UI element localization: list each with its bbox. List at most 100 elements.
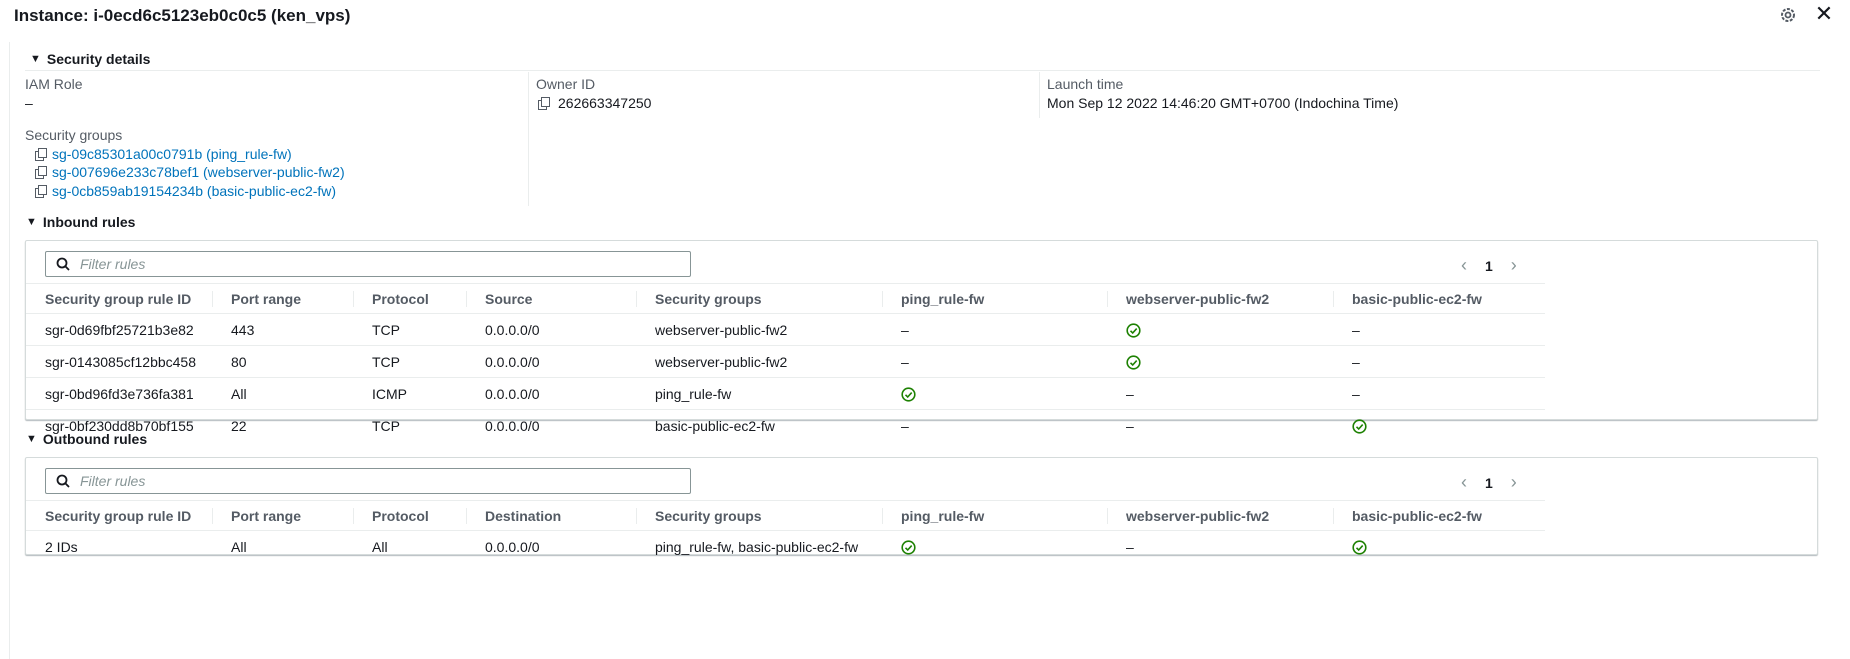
copy-icon[interactable]	[538, 96, 551, 110]
inbound-filter[interactable]	[45, 251, 691, 277]
column-header[interactable]: Security groups	[636, 283, 882, 314]
copy-icon[interactable]	[35, 147, 48, 161]
divider	[25, 70, 1820, 71]
panel-header: Instance: i-0ecd6c5123eb0c0c5 (ken_vps) …	[0, 0, 1850, 30]
chevron-right-icon[interactable]: ›	[1511, 255, 1517, 276]
inbound-filter-input[interactable]	[78, 255, 682, 273]
column-header[interactable]: webserver-public-fw2	[1107, 500, 1333, 531]
protocol: TCP	[353, 313, 466, 346]
column-header[interactable]: Protocol	[353, 500, 466, 531]
column-header[interactable]: ping_rule-fw	[882, 283, 1107, 314]
table-row[interactable]: sgr-0d69fbf25721b3e82 443 TCP 0.0.0.0/0 …	[26, 313, 1545, 346]
table-row[interactable]: sgr-0bf230dd8b70bf155 22 TCP 0.0.0.0/0 b…	[26, 409, 1545, 441]
source: 0.0.0.0/0	[466, 313, 636, 346]
success-check-icon	[1126, 322, 1141, 338]
outbound-rules-toggle[interactable]: ▼ Outbound rules	[26, 431, 147, 447]
webserver-cell: –	[1107, 409, 1333, 441]
inbound-rules-table: Security group rule ID Port range Protoc…	[26, 283, 1545, 441]
security-group-link[interactable]: sg-007696e233c78bef1 (webserver-public-f…	[35, 164, 345, 180]
protocol: TCP	[353, 409, 466, 441]
column-header[interactable]: Protocol	[353, 283, 466, 314]
column-header[interactable]: Security groups	[636, 500, 882, 531]
column-header[interactable]: webserver-public-fw2	[1107, 283, 1333, 314]
column-header[interactable]: basic-public-ec2-fw	[1333, 500, 1545, 531]
security-group-link-text[interactable]: sg-007696e233c78bef1 (webserver-public-f…	[52, 164, 345, 180]
gear-icon[interactable]	[1778, 5, 1798, 25]
panel-title: Instance: i-0ecd6c5123eb0c0c5 (ken_vps)	[14, 6, 351, 25]
ping-rule-cell: –	[882, 313, 1107, 346]
basic-cell: –	[1333, 313, 1545, 346]
copy-icon[interactable]	[35, 165, 48, 179]
security-group-link[interactable]: sg-09c85301a00c0791b (ping_rule-fw)	[35, 146, 292, 162]
security-details-heading: Security details	[46, 51, 151, 67]
column-header[interactable]: Port range	[212, 283, 353, 314]
caret-down-icon: ▼	[26, 216, 37, 228]
page-number[interactable]: 1	[1485, 475, 1493, 491]
caret-down-icon: ▼	[26, 433, 37, 445]
success-check-icon	[1352, 539, 1367, 555]
column-header[interactable]: ping_rule-fw	[882, 500, 1107, 531]
column-header[interactable]: Security group rule ID	[26, 500, 212, 531]
webserver-cell	[1107, 313, 1333, 346]
success-check-icon	[1352, 418, 1367, 434]
caret-down-icon: ▼	[30, 53, 41, 65]
iam-role-value: –	[25, 95, 33, 111]
webserver-cell	[1107, 345, 1333, 378]
chevron-left-icon[interactable]: ‹	[1461, 472, 1467, 493]
outbound-filter-input[interactable]	[78, 472, 682, 490]
webserver-cell: –	[1107, 530, 1333, 562]
outbound-rules-heading: Outbound rules	[42, 431, 148, 447]
webserver-cell: –	[1107, 377, 1333, 410]
basic-cell	[1333, 409, 1545, 441]
column-header[interactable]: Port range	[212, 500, 353, 531]
security-groups: webserver-public-fw2	[636, 345, 882, 378]
protocol: TCP	[353, 345, 466, 378]
outbound-rules-table: Security group rule ID Port range Protoc…	[26, 500, 1545, 562]
security-groups-label: Security groups	[25, 127, 123, 143]
column-header[interactable]: Source	[466, 283, 636, 314]
rule-id: sgr-0143085cf12bbc458	[26, 345, 212, 378]
security-groups: webserver-public-fw2	[636, 313, 882, 346]
security-groups: ping_rule-fw, basic-public-ec2-fw	[636, 530, 882, 562]
table-row[interactable]: sgr-0bd96fd3e736fa381 All ICMP 0.0.0.0/0…	[26, 377, 1545, 410]
ping-rule-cell: –	[882, 409, 1107, 441]
inbound-rules-table-container: ‹ 1 › Security group rule ID Port range …	[25, 240, 1818, 441]
owner-id-value: 262663347250	[538, 95, 651, 111]
column-header[interactable]: basic-public-ec2-fw	[1333, 283, 1545, 314]
table-row[interactable]: 2 IDs All All 0.0.0.0/0 ping_rule-fw, ba…	[26, 530, 1545, 562]
column-header[interactable]: Destination	[466, 500, 636, 531]
outbound-filter[interactable]	[45, 468, 691, 494]
inbound-rules-toggle[interactable]: ▼ Inbound rules	[26, 214, 135, 230]
port-range: All	[212, 530, 353, 562]
ping-rule-cell	[882, 530, 1107, 562]
source: 0.0.0.0/0	[466, 345, 636, 378]
close-icon[interactable]: ✕	[1814, 3, 1834, 25]
security-group-link[interactable]: sg-0cb859ab19154234b (basic-public-ec2-f…	[35, 183, 336, 199]
rule-id: sgr-0bd96fd3e736fa381	[26, 377, 212, 410]
column-header[interactable]: Security group rule ID	[26, 283, 212, 314]
table-header-row: Security group rule ID Port range Protoc…	[26, 500, 1545, 531]
search-icon	[56, 257, 70, 271]
outbound-rules-table-container: ‹ 1 › Security group rule ID Port range …	[25, 457, 1818, 562]
copy-icon[interactable]	[35, 184, 48, 198]
port-range: All	[212, 377, 353, 410]
chevron-left-icon[interactable]: ‹	[1461, 255, 1467, 276]
rule-id: sgr-0d69fbf25721b3e82	[26, 313, 212, 346]
port-range: 80	[212, 345, 353, 378]
protocol: ICMP	[353, 377, 466, 410]
security-group-link-text[interactable]: sg-0cb859ab19154234b (basic-public-ec2-f…	[52, 183, 336, 199]
table-header-row: Security group rule ID Port range Protoc…	[26, 283, 1545, 314]
source: 0.0.0.0/0	[466, 409, 636, 441]
table-row[interactable]: sgr-0143085cf12bbc458 80 TCP 0.0.0.0/0 w…	[26, 345, 1545, 378]
column-divider	[528, 72, 529, 206]
inbound-pagination: ‹ 1 ›	[1461, 255, 1517, 276]
port-range: 443	[212, 313, 353, 346]
inbound-rules-heading: Inbound rules	[42, 214, 136, 230]
security-group-link-text[interactable]: sg-09c85301a00c0791b (ping_rule-fw)	[52, 146, 292, 162]
page-number[interactable]: 1	[1485, 258, 1493, 274]
security-details-toggle[interactable]: ▼ Security details	[30, 51, 150, 67]
launch-time-value: Mon Sep 12 2022 14:46:20 GMT+0700 (Indoc…	[1047, 95, 1399, 111]
outbound-pagination: ‹ 1 ›	[1461, 472, 1517, 493]
chevron-right-icon[interactable]: ›	[1511, 472, 1517, 493]
iam-role-label: IAM Role	[25, 76, 83, 92]
